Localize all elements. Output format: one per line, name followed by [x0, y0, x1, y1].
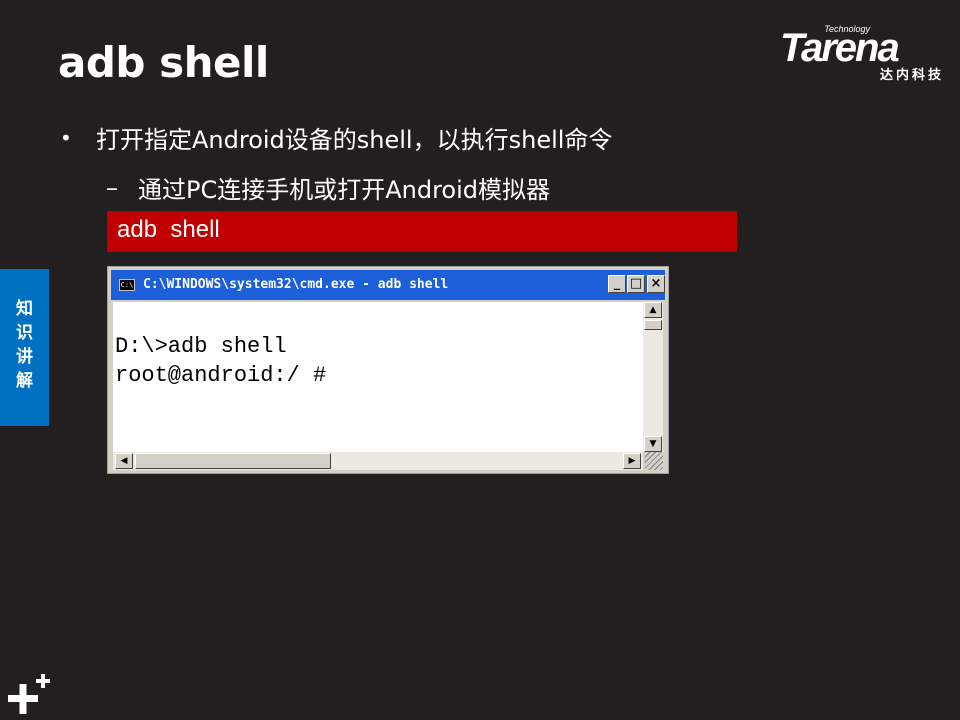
bullet-dot-icon: • — [60, 125, 72, 150]
bullet-item: • 打开指定Android设备的shell，以执行shell命令 — [60, 120, 612, 155]
horizontal-scrollbar[interactable]: ◀ ▶ — [113, 452, 643, 470]
scroll-right-icon[interactable]: ▶ — [623, 453, 641, 469]
cmd-app-icon[interactable]: C:\ — [119, 279, 135, 291]
close-button[interactable]: × — [647, 275, 665, 293]
vertical-scrollbar[interactable]: ▲ ▼ — [643, 302, 663, 452]
scroll-left-icon[interactable]: ◀ — [115, 453, 133, 469]
tarena-logo: Technology Tarena 达内科技 — [780, 24, 946, 83]
sub-bullet-text: 通过PC连接手机或打开Android模拟器 — [138, 176, 551, 204]
side-tab-char: 解 — [16, 371, 33, 391]
side-tab-char: 识 — [16, 323, 33, 343]
scroll-down-icon[interactable]: ▼ — [644, 436, 662, 452]
slide-title: adb shell — [58, 38, 269, 87]
resize-grip-icon[interactable] — [645, 452, 663, 470]
side-tab-char: 讲 — [16, 347, 33, 367]
plus-plus-logo-icon — [8, 674, 50, 714]
dash-icon: – — [106, 173, 118, 202]
side-tab-char: 知 — [16, 299, 33, 319]
logo-chinese-text: 达内科技 — [879, 68, 944, 83]
cmd-titlebar[interactable]: C:\ C:\WINDOWS\system32\cmd.exe - adb sh… — [111, 270, 665, 300]
code-highlight-bar: adb shell — [107, 211, 737, 252]
scroll-up-icon[interactable]: ▲ — [644, 302, 662, 318]
vertical-scroll-thumb[interactable] — [644, 320, 662, 330]
side-tab-knowledge[interactable]: 知 识 讲 解 — [0, 269, 49, 426]
horizontal-scroll-thumb[interactable] — [135, 453, 331, 469]
bullet-text: 打开指定Android设备的shell，以执行shell命令 — [96, 126, 613, 154]
minimize-button[interactable]: _ — [608, 275, 626, 293]
cmd-window: C:\ C:\WINDOWS\system32\cmd.exe - adb sh… — [107, 266, 669, 474]
code-text: adb shell — [117, 216, 220, 243]
console-line: D:\>adb shell — [115, 334, 287, 359]
cmd-console-area[interactable]: D:\>adb shell root@android:/ # — [113, 302, 643, 452]
sub-bullet-item: – 通过PC连接手机或打开Android模拟器 — [106, 170, 550, 205]
maximize-button[interactable]: □ — [627, 275, 645, 293]
cmd-window-title: C:\WINDOWS\system32\cmd.exe - adb shell — [143, 277, 449, 292]
console-line: root@android:/ # — [115, 363, 327, 388]
